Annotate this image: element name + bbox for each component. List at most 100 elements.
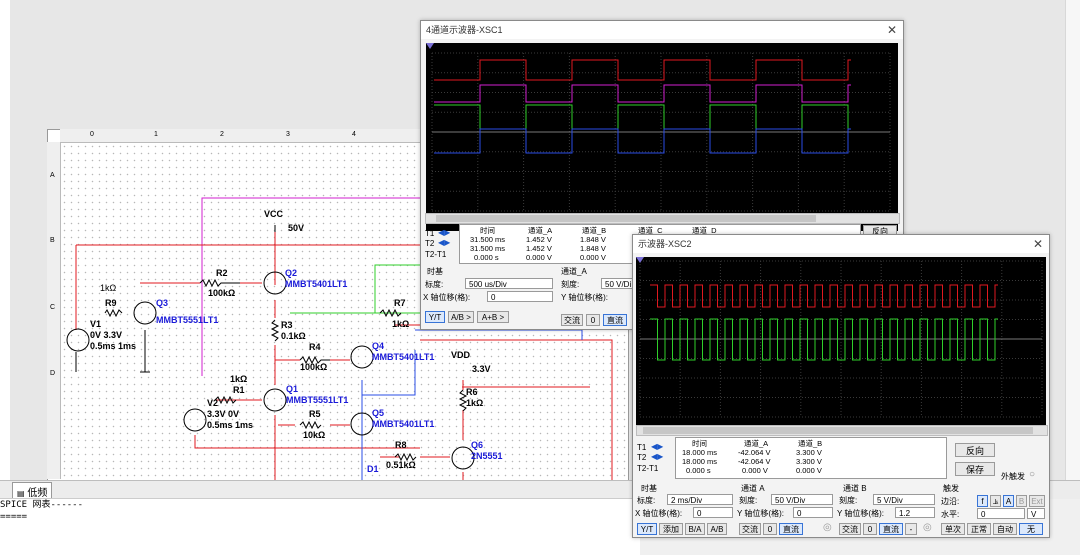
q4-part: MMBT5401LT1 <box>372 352 435 362</box>
scope1-xpos-label: X 轴位移(格): <box>423 293 471 302</box>
scope2-chanA-zero-button[interactable]: 0 <box>763 523 777 535</box>
scope2-readout: 时间 通道_A 通道_B 18.000 ms -42.064 V 3.300 V… <box>675 437 947 479</box>
scope2-chanA-dc-button[interactable]: 直流 <box>779 523 803 535</box>
v1-time: 0.5ms 1ms <box>90 341 137 351</box>
r5-value: 10kΩ <box>303 430 326 440</box>
scope2-dt-b: 0.000 V <box>796 466 822 475</box>
q2-part: MMBT5401LT1 <box>285 279 348 289</box>
close-icon[interactable]: ✕ <box>1033 237 1043 251</box>
scope1-t1-arrows-icon[interactable]: ◀▶ <box>438 228 450 237</box>
scope2-timebase-title: 时基 <box>641 484 657 493</box>
spice-line-1: SPICE 网表------ <box>0 500 84 510</box>
q1-label: Q1 <box>286 384 299 394</box>
trace-channel-c <box>434 104 851 130</box>
close-icon[interactable]: ✕ <box>887 23 897 37</box>
vdd-label: VDD <box>451 350 471 360</box>
r9-value: 1kΩ <box>100 283 117 293</box>
scope2-add-button[interactable]: 添加 <box>659 523 683 535</box>
scope2-normal-button[interactable]: 正常 <box>967 523 991 535</box>
scope2-t2-arrows-icon[interactable]: ◀▶ <box>651 452 663 461</box>
r6-label: R6 <box>466 387 478 397</box>
scope2-chanB-ypos-label: Y 轴位移(格): <box>837 509 884 518</box>
scope2-chanB-ac-button[interactable]: 交流 <box>839 523 861 535</box>
scope1-t1-b: 1.848 V <box>580 235 606 244</box>
scope2-t1-arrows-icon[interactable]: ◀▶ <box>651 442 663 451</box>
v1-value: 0V 3.3V <box>90 330 123 340</box>
scope2-edge-falling-button[interactable]: ⫡ <box>990 495 1001 507</box>
scope2-scrollbar[interactable] <box>636 425 1048 436</box>
scope2-save-button[interactable]: 保存 <box>955 462 995 476</box>
r1-label: R1 <box>233 385 245 395</box>
r8-value: 0.51kΩ <box>386 460 416 470</box>
scope2-screen[interactable] <box>636 257 1046 425</box>
scope2-ab-button[interactable]: A/B <box>707 523 727 535</box>
scope1-dt-b: 0.000 V <box>580 253 606 262</box>
cursor-t1-marker <box>426 43 434 49</box>
scope2-chanB-ypos-field[interactable]: 1.2 <box>895 507 935 518</box>
scope2-ba-button[interactable]: B/A <box>685 523 705 535</box>
v2-body <box>183 408 207 432</box>
scope2-chanB-zero-button[interactable]: 0 <box>863 523 877 535</box>
scope1-ac-button[interactable]: 交流 <box>561 314 583 326</box>
scope1-yt-button[interactable]: Y/T <box>425 311 445 323</box>
scope2-chanA-scale-field[interactable]: 50 V/Div <box>771 494 833 505</box>
scope1-t2-arrows-icon[interactable]: ◀▶ <box>438 238 450 247</box>
scope2-auto-button[interactable]: 自动 <box>993 523 1017 535</box>
scope1-chan-title: 通道_A <box>561 267 587 276</box>
scope2-window[interactable]: 示波器-XSC2 ✕ 时间 通道_A 通道_B 18.000 ms -42.064… <box>632 234 1050 538</box>
scope2-scale-label: 标度: <box>637 496 656 505</box>
scope2-chanB-neg-button[interactable]: - <box>905 523 917 535</box>
scope1-ypos-label: Y 轴位移(格): <box>561 293 608 302</box>
scope2-chanB-dc-button[interactable]: 直流 <box>879 523 903 535</box>
scope2-xpos-field[interactable]: 0 <box>693 507 733 518</box>
q1-body <box>263 388 287 412</box>
scope2-level-unit[interactable]: V <box>1027 508 1045 519</box>
scope2-single-button[interactable]: 单次 <box>941 523 965 535</box>
scope2-dt-time: 0.000 s <box>686 466 711 475</box>
v2-value: 3.3V 0V <box>207 409 240 419</box>
scope2-scroll-thumb[interactable] <box>643 427 1033 434</box>
design-icon: ▤ <box>17 489 25 498</box>
scope1-dt-time: 0.000 s <box>474 253 499 262</box>
scope2-trig-ext-button[interactable]: Ext <box>1029 495 1045 507</box>
scope2-none-button[interactable]: 无 <box>1019 523 1043 535</box>
scope2-edge-rising-button[interactable]: f <box>977 495 988 507</box>
scope2-level-field[interactable]: 0 <box>977 508 1025 519</box>
scope1-screen[interactable] <box>426 43 898 231</box>
scope2-titlebar[interactable]: 示波器-XSC2 ✕ <box>633 235 1049 253</box>
scope2-chanA-ypos-field[interactable]: 0 <box>793 507 833 518</box>
scope1-chan-scale-field[interactable]: 50 V/Di <box>601 278 635 289</box>
scope1-scrollbar[interactable] <box>425 213 900 224</box>
scope2-scale-field[interactable]: 2 ms/Div <box>667 494 733 505</box>
scope1-dt-a: 0.000 V <box>526 253 552 262</box>
scope1-apb-button[interactable]: A+B > <box>477 311 509 323</box>
scope1-titlebar[interactable]: 4通道示波器-XSC1 ✕ <box>421 21 903 39</box>
scope2-reverse-button[interactable]: 反向 <box>955 443 995 457</box>
r7-label: R7 <box>394 298 406 308</box>
scope1-t2-time: 31.500 ms <box>470 244 506 253</box>
r7-value: 1kΩ <box>392 319 410 329</box>
scope2-trig-b-button[interactable]: B <box>1016 495 1027 507</box>
scope1-xpos-field[interactable]: 0 <box>487 291 553 302</box>
scope2-t1-a: -42.064 V <box>738 448 771 457</box>
q5-part: MMBT5401LT1 <box>372 419 435 429</box>
scope1-ab-button[interactable]: A/B > <box>448 311 474 323</box>
ext-trigger-radio-icon[interactable]: ○ <box>1029 469 1035 480</box>
r2-body <box>199 278 240 288</box>
scope2-t1-time: 18.000 ms <box>682 448 718 457</box>
scope2-chanB-scale-field[interactable]: 5 V/Div <box>873 494 935 505</box>
scope2-yt-button[interactable]: Y/T <box>637 523 657 535</box>
q3-body <box>133 301 157 325</box>
scope2-trigger-title: 触发 <box>943 484 959 493</box>
scope2-chanA-ac-button[interactable]: 交流 <box>739 523 761 535</box>
spice-output: SPICE 网表------ ===== <box>0 498 640 555</box>
scope1-scale-field[interactable]: 500 us/Div <box>465 278 553 289</box>
q3-label: Q3 <box>156 298 169 308</box>
scope2-trig-a-button[interactable]: A <box>1003 495 1014 507</box>
scope1-dc-button[interactable]: 直流 <box>603 314 627 326</box>
scope1-scroll-thumb[interactable] <box>436 215 816 222</box>
v2-label: V2 <box>207 398 219 408</box>
trace-channel-a <box>434 59 851 81</box>
scope1-zero-button[interactable]: 0 <box>586 314 600 326</box>
scope1-t1-time: 31.500 ms <box>470 235 506 244</box>
